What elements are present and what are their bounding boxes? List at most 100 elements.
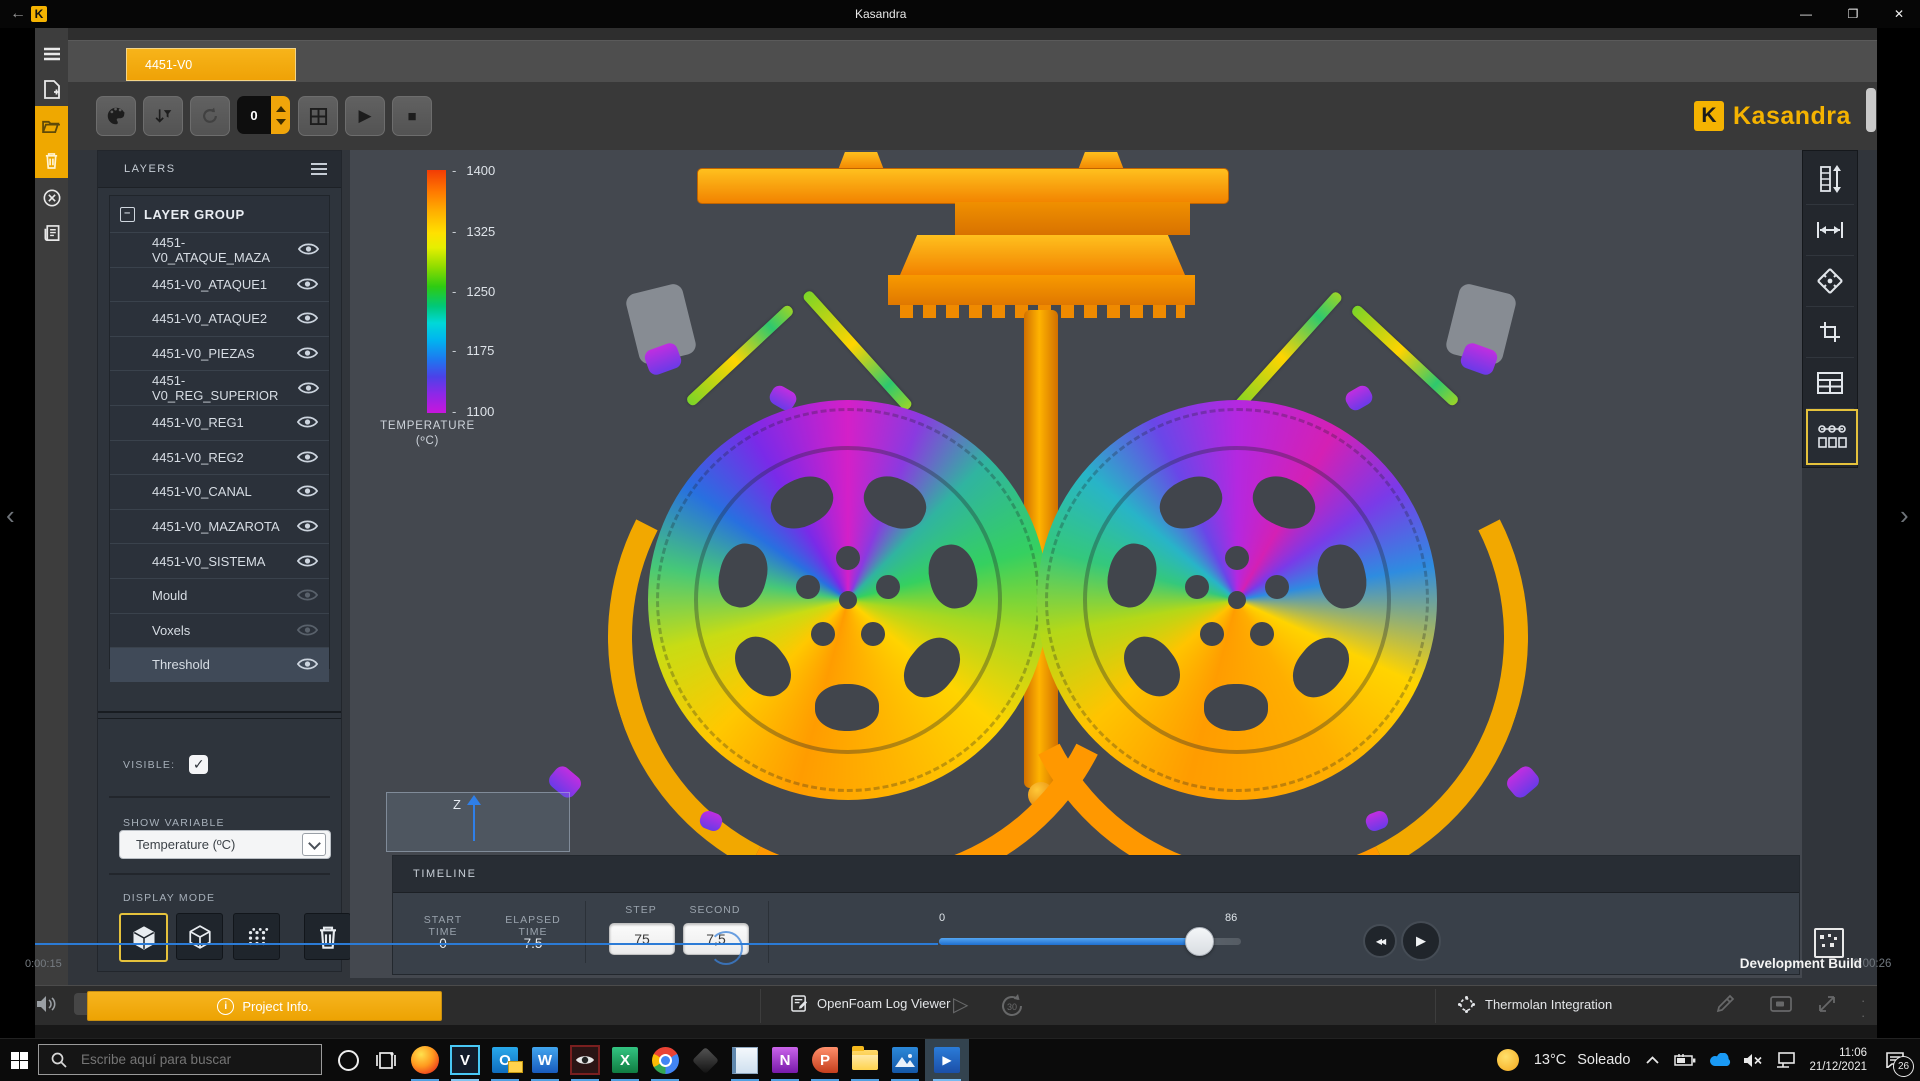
- layer-row[interactable]: 4451-V0_PIEZAS: [110, 336, 329, 371]
- skip-30-icon[interactable]: 30: [997, 991, 1027, 1021]
- layer-row[interactable]: 4451-V0_ATAQUE2: [110, 301, 329, 336]
- script-icon[interactable]: [35, 216, 68, 252]
- layer-group-row[interactable]: – LAYER GROUP: [110, 196, 329, 232]
- grid-icon[interactable]: [298, 96, 338, 136]
- search-input[interactable]: [79, 1051, 303, 1068]
- rewind-icon[interactable]: ◀◀: [1363, 924, 1397, 958]
- layer-row[interactable]: 4451-V0_MAZAROTA: [110, 509, 329, 544]
- visibility-eye-icon[interactable]: [297, 588, 319, 603]
- visibility-eye-icon[interactable]: [297, 519, 319, 534]
- thermolan-integration-button[interactable]: Thermolan Integration: [1457, 995, 1612, 1014]
- play-icon[interactable]: ▶: [345, 96, 385, 136]
- scrollbar-thumb[interactable]: [1866, 88, 1876, 132]
- menu-icon[interactable]: [35, 36, 68, 72]
- notepad-icon[interactable]: [725, 1039, 765, 1081]
- filter-icon[interactable]: [143, 96, 183, 136]
- timeline-nodes-icon[interactable]: [1806, 409, 1858, 465]
- layer-row[interactable]: 4451-V0_REG2: [110, 440, 329, 475]
- inkscape-icon[interactable]: [685, 1039, 725, 1081]
- firefox-icon[interactable]: [405, 1039, 445, 1081]
- wire-cube-icon[interactable]: [176, 913, 223, 960]
- step-input[interactable]: 75: [609, 923, 675, 955]
- excel-icon[interactable]: X: [605, 1039, 645, 1081]
- start-icon[interactable]: [0, 1039, 38, 1081]
- visibility-eye-icon[interactable]: [297, 415, 319, 430]
- screen-record-icon[interactable]: [1770, 996, 1792, 1012]
- width-measure-icon[interactable]: [1806, 205, 1854, 256]
- back-arrow-icon[interactable]: ←: [8, 2, 28, 26]
- close-icon[interactable]: ✕: [1884, 2, 1914, 26]
- notifications-icon[interactable]: 26: [1880, 1045, 1910, 1075]
- expand-icon[interactable]: [1817, 994, 1837, 1014]
- weather-sun-icon[interactable]: [1495, 1047, 1521, 1073]
- visibility-eye-icon[interactable]: [297, 657, 319, 672]
- value-spinner[interactable]: [271, 96, 290, 134]
- viewport-3d[interactable]: [350, 150, 1802, 978]
- visible-checkbox[interactable]: ✓: [189, 755, 208, 774]
- chevron-up-icon[interactable]: [1643, 1056, 1661, 1064]
- spinner-value[interactable]: 0: [237, 96, 271, 134]
- layer-row[interactable]: 4451-V0_ATAQUE1: [110, 267, 329, 302]
- spinner-up-icon[interactable]: [276, 106, 286, 112]
- open-folder-icon[interactable]: [35, 108, 68, 144]
- layer-row[interactable]: 4451-V0_ATAQUE_MAZA: [110, 232, 329, 267]
- v-app-icon[interactable]: V: [445, 1039, 485, 1081]
- visibility-eye-icon[interactable]: [297, 554, 319, 569]
- new-file-icon[interactable]: [35, 71, 68, 107]
- onedrive-icon[interactable]: [1709, 1053, 1731, 1067]
- refresh-icon[interactable]: [190, 96, 230, 136]
- visibility-eye-icon[interactable]: [297, 346, 319, 361]
- layer-row[interactable]: Threshold: [110, 647, 329, 682]
- volume-muted-icon[interactable]: [1744, 1053, 1764, 1068]
- column-scale-icon[interactable]: [1806, 154, 1854, 205]
- clock[interactable]: 11:06 21/12/2021: [1809, 1046, 1867, 1074]
- layer-row[interactable]: 4451-V0_SISTEMA: [110, 543, 329, 578]
- variable-select[interactable]: Temperature (ºC): [119, 830, 331, 859]
- timeline-slider-handle[interactable]: [1185, 927, 1214, 956]
- onenote-icon[interactable]: N: [765, 1039, 805, 1081]
- file-explorer-icon[interactable]: [845, 1039, 885, 1081]
- layer-row[interactable]: 4451-V0_CANAL: [110, 474, 329, 509]
- outlook-icon[interactable]: O: [485, 1039, 525, 1081]
- chrome-icon[interactable]: [645, 1039, 685, 1081]
- visibility-eye-icon[interactable]: [297, 277, 319, 292]
- minimize-icon[interactable]: —: [1791, 2, 1821, 26]
- visibility-eye-icon[interactable]: [297, 311, 319, 326]
- spinner-down-icon[interactable]: [276, 119, 286, 125]
- task-view-icon[interactable]: [366, 1039, 406, 1081]
- voxel-cube-icon[interactable]: [233, 913, 280, 960]
- previous-chevron-icon[interactable]: ‹: [6, 500, 15, 531]
- visibility-eye-icon[interactable]: [297, 484, 319, 499]
- weather-temp[interactable]: 13°C: [1534, 1052, 1566, 1068]
- network-icon[interactable]: [1777, 1052, 1796, 1068]
- weather-condition[interactable]: Soleado: [1577, 1052, 1630, 1068]
- openfoam-log-viewer-button[interactable]: OpenFoam Log Viewer: [791, 995, 950, 1012]
- visibility-eye-icon[interactable]: [297, 623, 319, 638]
- move-icon[interactable]: [1806, 256, 1854, 307]
- tab-4451-v0[interactable]: 4451-V0: [126, 48, 296, 81]
- close-circle-icon[interactable]: [35, 180, 68, 216]
- image-viewer-icon[interactable]: [565, 1039, 605, 1081]
- stop-icon[interactable]: ■: [392, 96, 432, 136]
- word-icon[interactable]: W: [525, 1039, 565, 1081]
- visibility-eye-icon[interactable]: [297, 450, 319, 465]
- table-icon[interactable]: [1806, 358, 1854, 409]
- delete-icon[interactable]: [304, 913, 351, 960]
- movies-tv-icon[interactable]: ▶: [925, 1039, 969, 1081]
- panel-menu-icon[interactable]: [311, 163, 327, 175]
- dropdown-chevron-icon[interactable]: [302, 833, 326, 856]
- palette-icon[interactable]: [96, 96, 136, 136]
- layer-row[interactable]: Mould: [110, 578, 329, 613]
- battery-icon[interactable]: [1674, 1054, 1696, 1066]
- play-log-icon[interactable]: ▷: [953, 992, 968, 1017]
- restore-icon[interactable]: ❐: [1838, 2, 1868, 26]
- collapse-icon[interactable]: –: [120, 207, 135, 222]
- edit-icon[interactable]: [1715, 994, 1735, 1014]
- cortana-icon[interactable]: [328, 1039, 368, 1081]
- taskbar-search[interactable]: [38, 1044, 322, 1075]
- layer-row[interactable]: 4451-V0_REG1: [110, 405, 329, 440]
- speaker-icon[interactable]: [36, 995, 58, 1013]
- trash-icon[interactable]: [35, 142, 68, 178]
- layer-row[interactable]: Voxels: [110, 613, 329, 648]
- project-info-button[interactable]: i Project Info.: [87, 991, 442, 1021]
